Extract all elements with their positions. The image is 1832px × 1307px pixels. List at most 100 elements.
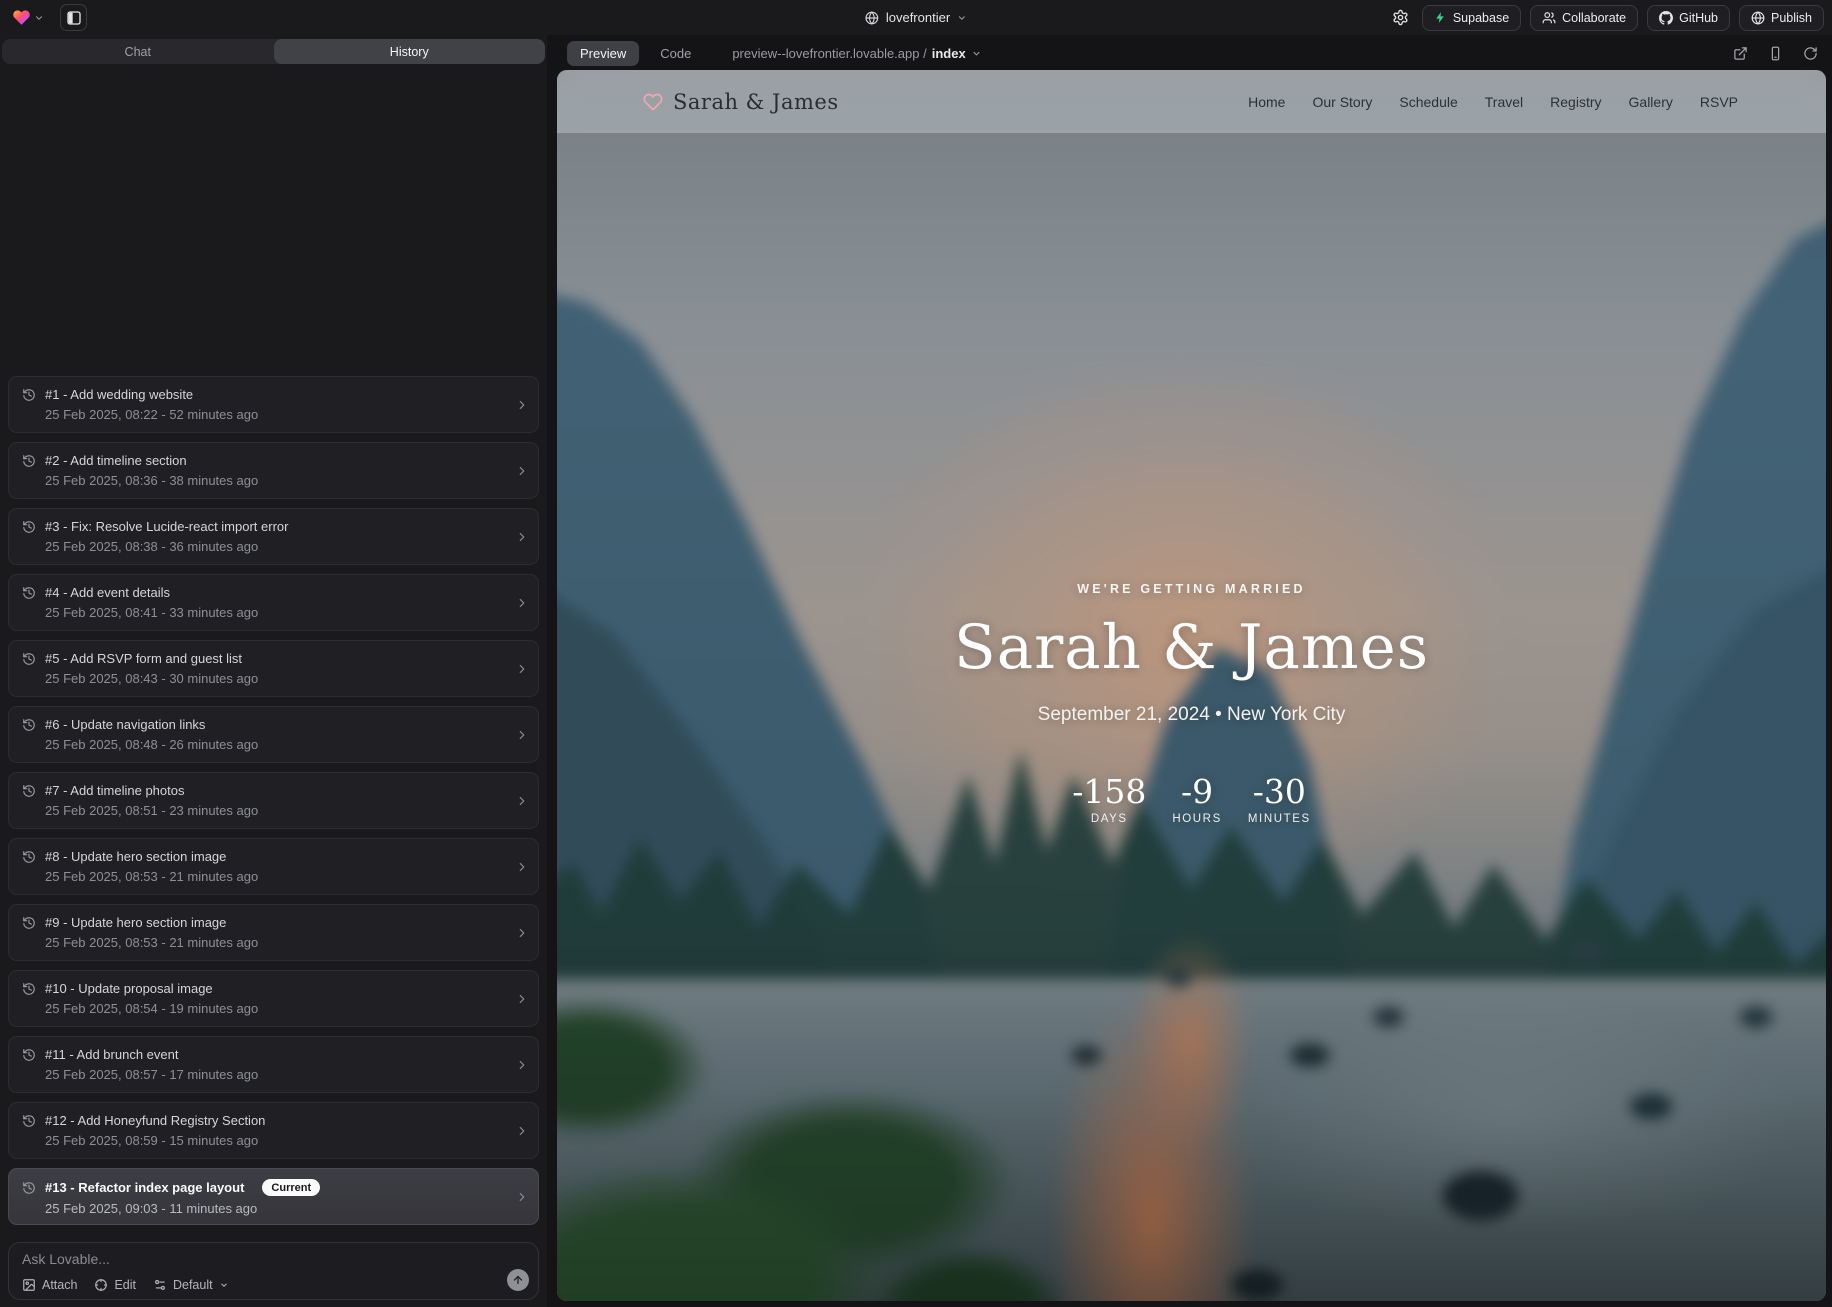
chevron-right-icon (515, 1058, 529, 1072)
history-item[interactable]: #13 - Refactor index page layout Current… (8, 1168, 539, 1225)
mobile-view-button[interactable] (1766, 44, 1785, 63)
prompt-composer: Attach Edit Default (8, 1242, 539, 1300)
history-item-title: #4 - Add event details (45, 585, 170, 600)
history-item-title: #1 - Add wedding website (45, 387, 193, 402)
history-item-title: #9 - Update hero section image (45, 915, 226, 930)
tab-code[interactable]: Code (647, 41, 704, 66)
site-nav-link[interactable]: Home (1248, 94, 1285, 110)
preview-panel: Preview Code preview--lovefrontier.lovab… (557, 38, 1826, 1301)
mode-select[interactable]: Default (153, 1278, 229, 1292)
history-icon (22, 652, 36, 666)
site-nav-link[interactable]: Registry (1550, 94, 1601, 110)
history-item-timestamp: 25 Feb 2025, 08:43 - 30 minutes ago (45, 671, 508, 686)
heart-outline-icon (643, 92, 663, 112)
site-nav-link[interactable]: Our Story (1312, 94, 1372, 110)
supabase-icon (1434, 11, 1447, 24)
edit-button[interactable]: Edit (94, 1278, 136, 1292)
publish-label: Publish (1771, 11, 1812, 25)
preview-url[interactable]: preview--lovefrontier.lovable.app / inde… (732, 46, 981, 61)
preview-iframe: Sarah & James Home Our Story Schedule Trave… (557, 70, 1826, 1301)
github-label: GitHub (1679, 11, 1718, 25)
chevron-right-icon (515, 1190, 529, 1204)
history-item-timestamp: 25 Feb 2025, 08:38 - 36 minutes ago (45, 539, 508, 554)
history-item[interactable]: #5 - Add RSVP form and guest list 25 Feb… (8, 640, 539, 697)
history-icon (22, 1114, 36, 1128)
history-item-title: #13 - Refactor index page layout (45, 1180, 244, 1195)
attach-button[interactable]: Attach (22, 1278, 77, 1292)
collaborate-button[interactable]: Collaborate (1530, 5, 1638, 31)
mode-label: Default (173, 1278, 213, 1292)
history-item[interactable]: #11 - Add brunch event 25 Feb 2025, 08:5… (8, 1036, 539, 1093)
history-item-timestamp: 25 Feb 2025, 08:48 - 26 minutes ago (45, 737, 508, 752)
supabase-button[interactable]: Supabase (1422, 5, 1521, 31)
countdown-value: -9 (1181, 772, 1213, 811)
chevron-down-icon (34, 13, 44, 23)
history-item[interactable]: #6 - Update navigation links 25 Feb 2025… (8, 706, 539, 763)
history-item-timestamp: 25 Feb 2025, 08:41 - 33 minutes ago (45, 605, 508, 620)
history-item[interactable]: #7 - Add timeline photos 25 Feb 2025, 08… (8, 772, 539, 829)
site-logo[interactable]: Sarah & James (643, 90, 839, 114)
github-button[interactable]: GitHub (1647, 5, 1730, 31)
history-icon (22, 916, 36, 930)
countdown-unit: -9 HOURS (1172, 772, 1222, 825)
project-switcher[interactable]: lovefrontier (865, 0, 967, 35)
chevron-right-icon (515, 794, 529, 808)
publish-button[interactable]: Publish (1739, 5, 1824, 31)
history-item[interactable]: #2 - Add timeline section 25 Feb 2025, 0… (8, 442, 539, 499)
history-item-timestamp: 25 Feb 2025, 08:51 - 23 minutes ago (45, 803, 508, 818)
history-item-timestamp: 25 Feb 2025, 09:03 - 11 minutes ago (45, 1201, 508, 1216)
history-item[interactable]: #10 - Update proposal image 25 Feb 2025,… (8, 970, 539, 1027)
history-item-title: #10 - Update proposal image (45, 981, 213, 996)
tab-history[interactable]: History (274, 39, 546, 64)
history-item[interactable]: #4 - Add event details 25 Feb 2025, 08:4… (8, 574, 539, 631)
chevron-down-icon (971, 48, 982, 59)
tab-preview[interactable]: Preview (567, 41, 639, 66)
crosshair-icon (94, 1278, 108, 1292)
sidebar-toggle-button[interactable] (60, 4, 87, 31)
chevron-down-icon (219, 1280, 229, 1290)
hero-title: Sarah & James (557, 612, 1826, 683)
history-item-title: #5 - Add RSVP form and guest list (45, 651, 242, 666)
lovable-logo-menu[interactable] (12, 8, 44, 27)
image-icon (22, 1278, 36, 1292)
settings-button[interactable] (1388, 5, 1413, 30)
countdown-label: DAYS (1091, 813, 1128, 825)
open-in-new-tab-button[interactable] (1731, 44, 1750, 63)
history-icon (22, 1181, 36, 1195)
history-icon (22, 718, 36, 732)
site-nav-link[interactable]: Travel (1485, 94, 1523, 110)
users-icon (1542, 11, 1556, 25)
countdown-value: -158 (1072, 772, 1146, 811)
arrow-up-icon (512, 1274, 524, 1286)
chevron-down-icon (957, 13, 967, 23)
chevron-right-icon (515, 992, 529, 1006)
countdown-label: HOURS (1172, 813, 1222, 825)
history-item-timestamp: 25 Feb 2025, 08:53 - 21 minutes ago (45, 869, 508, 884)
site-nav-link[interactable]: Gallery (1629, 94, 1673, 110)
history-item-title: #11 - Add brunch event (45, 1047, 178, 1062)
chevron-right-icon (515, 530, 529, 544)
history-item[interactable]: #9 - Update hero section image 25 Feb 20… (8, 904, 539, 961)
countdown-unit: -158 DAYS (1072, 772, 1146, 825)
site-nav-link[interactable]: RSVP (1700, 94, 1738, 110)
history-item[interactable]: #8 - Update hero section image 25 Feb 20… (8, 838, 539, 895)
history-item[interactable]: #12 - Add Honeyfund Registry Section 25 … (8, 1102, 539, 1159)
history-item[interactable]: #3 - Fix: Resolve Lucide-react import er… (8, 508, 539, 565)
chevron-right-icon (515, 596, 529, 610)
gear-icon (1392, 9, 1409, 26)
site-nav-link[interactable]: Schedule (1399, 94, 1457, 110)
globe-icon (865, 11, 879, 25)
refresh-button[interactable] (1801, 44, 1820, 63)
prompt-input[interactable] (22, 1251, 498, 1267)
smartphone-icon (1768, 46, 1783, 61)
history-icon (22, 982, 36, 996)
tab-chat[interactable]: Chat (2, 39, 274, 64)
github-icon (1659, 11, 1673, 25)
history-item[interactable]: #1 - Add wedding website 25 Feb 2025, 08… (8, 376, 539, 433)
external-link-icon (1733, 46, 1748, 61)
send-button[interactable] (507, 1269, 529, 1291)
history-icon (22, 454, 36, 468)
history-item-timestamp: 25 Feb 2025, 08:53 - 21 minutes ago (45, 935, 508, 950)
site-nav: Home Our Story Schedule Travel Registry Galle… (1248, 94, 1738, 110)
countdown: -158 DAYS -9 HOURS -30 MINUTES (557, 772, 1826, 825)
